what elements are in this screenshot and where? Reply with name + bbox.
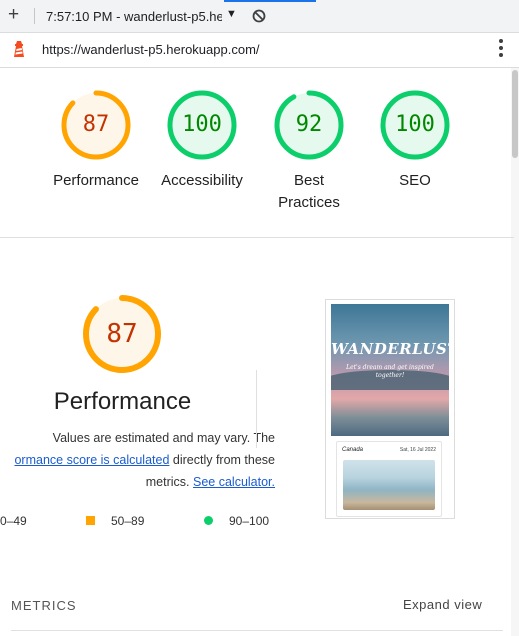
expand-view-button[interactable]: Expand view <box>403 597 482 612</box>
gauge-score: 92 <box>295 112 323 137</box>
gauge-score: 100 <box>395 112 435 137</box>
block-icon[interactable] <box>252 9 266 28</box>
metrics-divider <box>11 630 503 631</box>
caret-down-icon[interactable]: ▼ <box>226 8 237 20</box>
pass-circle-icon <box>204 516 213 525</box>
legend-pass: 90–100 <box>229 514 270 528</box>
card-place: Canada <box>342 447 364 453</box>
hero-title: WANDERLUST <box>331 340 449 358</box>
score-calculation-link[interactable]: ormance score is calculated <box>14 453 169 467</box>
card-image <box>343 460 435 510</box>
tab-separator <box>34 8 35 24</box>
gauge-performance[interactable]: 87 <box>61 90 131 160</box>
legend-average: 50–89 <box>111 514 145 528</box>
trip-card: Canada Sat, 16 Jul 2022 <box>336 441 442 517</box>
performance-gauge: 87 <box>82 294 162 374</box>
hero-image: WANDERLUST Let's dream and get inspired … <box>331 304 449 436</box>
hero-subtitle: Let's dream and get inspired together! <box>346 364 434 379</box>
gauge-label-seo: SEO <box>399 172 431 189</box>
metrics-heading: METRICS <box>11 598 77 613</box>
legend-fail: 0–49 <box>0 514 27 528</box>
address-bar: https://wanderlust-p5.herokuapp.com/ <box>0 33 519 68</box>
tab-strip: + 7:57:10 PM - wanderlust-p5.he ▼ <box>0 0 519 33</box>
gauge-score: 87 <box>82 112 110 137</box>
url-field[interactable]: https://wanderlust-p5.herokuapp.com/ <box>42 42 260 57</box>
section-divider <box>0 237 514 238</box>
desc-line-2: directly from these <box>169 453 275 467</box>
desc-line-3: metrics. <box>145 475 193 489</box>
lighthouse-icon <box>12 40 26 63</box>
card-date: Sat, 16 Jul 2022 <box>399 447 436 453</box>
performance-score: 87 <box>106 319 138 349</box>
average-square-icon <box>86 516 95 525</box>
plus-icon[interactable]: + <box>8 5 19 25</box>
gauge-label-accessibility: Accessibility <box>161 172 243 189</box>
gauge-seo[interactable]: 100 <box>380 90 450 160</box>
gauge-best-practices[interactable]: 92 <box>274 90 344 160</box>
desc-line-1: Values are estimated and may vary. The <box>52 431 275 445</box>
vertical-divider <box>256 370 257 448</box>
performance-title: Performance <box>53 388 192 415</box>
kebab-menu-icon[interactable] <box>498 39 504 60</box>
gauge-label-performance: Performance <box>53 172 139 189</box>
gauge-accessibility[interactable]: 100 <box>167 90 237 160</box>
gauge-label-best-practices: Best Practices <box>278 172 340 211</box>
performance-description: Values are estimated and may vary. The o… <box>0 427 275 493</box>
see-calculator-link[interactable]: See calculator. <box>193 475 275 489</box>
scrollbar-thumb[interactable] <box>512 70 518 158</box>
tab-title[interactable]: 7:57:10 PM - wanderlust-p5.he <box>46 9 222 24</box>
final-screenshot[interactable]: WANDERLUST Let's dream and get inspired … <box>325 299 455 519</box>
gauge-score: 100 <box>182 112 222 137</box>
tab-active-indicator <box>224 0 316 2</box>
